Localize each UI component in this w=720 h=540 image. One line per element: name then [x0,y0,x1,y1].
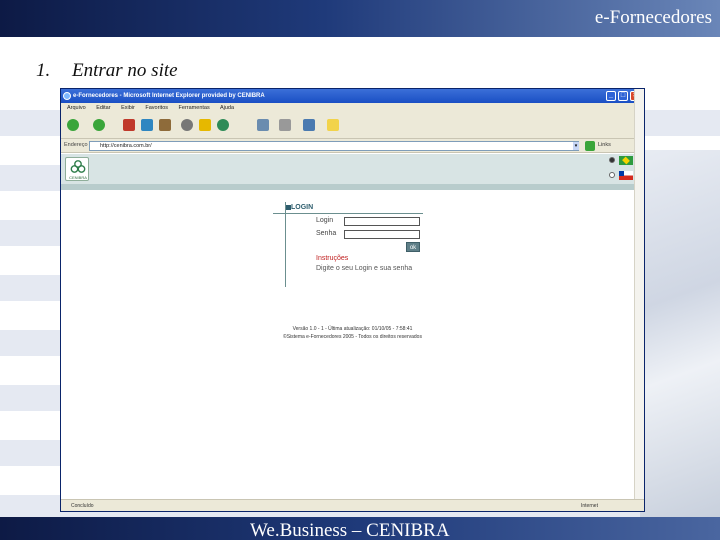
refresh-icon[interactable] [141,119,153,131]
browser-titlebar: e-Fornecedores - Microsoft Internet Expl… [61,89,644,103]
password-input[interactable] [344,230,420,239]
mail-icon[interactable] [257,119,269,131]
login-panel: LOGIN Login Senha ok Instruções Digite o… [285,202,425,287]
print-icon[interactable] [279,119,291,131]
ie-icon [63,92,71,100]
notes-icon[interactable] [327,119,339,131]
maximize-button[interactable]: □ [618,91,628,101]
password-label: Senha [316,230,337,237]
minimize-button[interactable]: _ [606,91,616,101]
vertical-scrollbar[interactable] [634,89,644,499]
stop-icon[interactable] [123,119,135,131]
menu-item[interactable]: Arquivo [67,105,86,111]
chile-flag-icon[interactable] [619,171,633,180]
slide-footer-text: We.Business – CENIBRA [250,520,450,540]
address-bar: Endereço http://cenibra.com.br/ ▾ Links [61,139,644,153]
step-number: 1. [36,60,51,81]
status-zone: Internet [581,503,598,509]
menu-item[interactable]: Ferramentas [179,105,210,111]
cenibra-logo[interactable]: CENIBRA [65,157,89,181]
menu-bar: Arquivo Editar Exibir Favoritos Ferramen… [61,103,644,113]
brazil-flag-icon[interactable] [619,156,633,165]
copyright-line: ©Sistema e-Fornecedores 2005 - Todos os … [283,334,422,340]
logo-text: CENIBRA [69,175,87,180]
slide-header-bar: e-Fornecedores [0,0,720,37]
home-icon[interactable] [159,119,171,131]
menu-item[interactable]: Editar [96,105,110,111]
language-radio-pt[interactable] [609,157,615,163]
address-label: Endereço [64,142,88,148]
menu-item[interactable]: Favoritos [145,105,168,111]
menu-item[interactable]: Ajuda [220,105,234,111]
version-line: Versão 1.0 - 1 - Última atualização: 01/… [292,326,413,332]
back-icon[interactable] [67,119,79,131]
favorites-icon[interactable] [199,119,211,131]
status-text: Concluído [71,503,94,509]
login-title: LOGIN [291,204,314,211]
status-bar: Concluído Internet [61,499,644,511]
login-label: Login [316,217,334,224]
background-decoration [640,150,720,520]
edit-icon[interactable] [303,119,315,131]
step-label: 1. Entrar no site [36,60,178,82]
search-icon[interactable] [181,119,193,131]
history-icon[interactable] [217,119,229,131]
page-header: CENIBRA [61,154,644,184]
language-radio-es[interactable] [609,172,615,178]
clover-icon [70,160,86,173]
slide-header-title: e-Fornecedores [594,7,712,28]
menu-item[interactable]: Exibir [121,105,135,111]
browser-title: e-Fornecedores - Microsoft Internet Expl… [73,93,265,99]
go-button[interactable] [585,141,595,151]
toolbar [61,113,644,139]
links-label[interactable]: Links [598,142,611,148]
forward-icon[interactable] [93,119,105,131]
login-input[interactable] [344,217,420,226]
instructions-title: Instruções [316,255,349,262]
address-input[interactable]: http://cenibra.com.br/ [89,141,579,151]
ok-button[interactable]: ok [406,242,420,252]
browser-window: e-Fornecedores - Microsoft Internet Expl… [60,88,645,512]
page-subheader [61,184,644,190]
instructions-text: Digite o seu Login e sua senha [316,265,413,272]
step-text: Entrar no site [72,60,178,81]
chevron-down-icon[interactable]: ▾ [573,142,579,150]
slide-footer-bar: We.Business – CENIBRA [0,517,720,540]
